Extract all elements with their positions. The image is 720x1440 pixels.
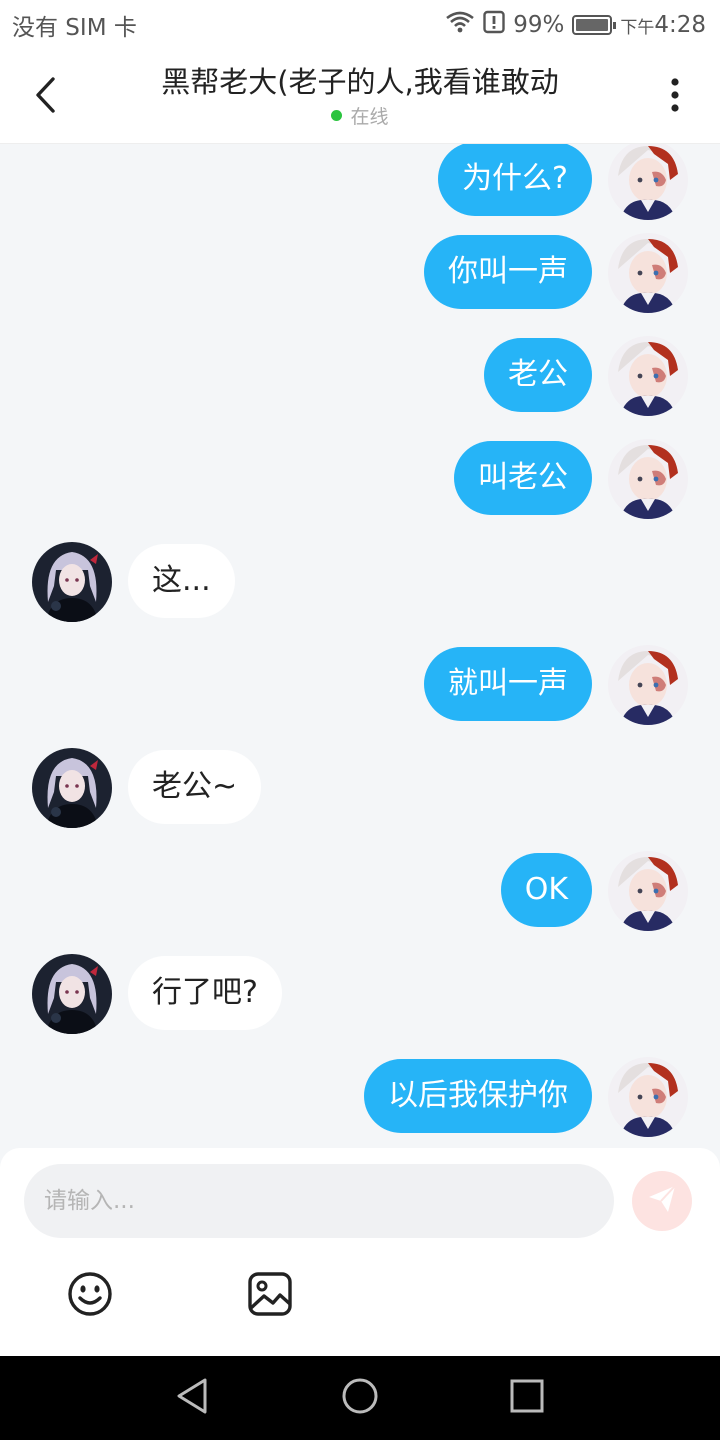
nav-back-button[interactable] (163, 1368, 223, 1428)
more-vertical-icon (670, 77, 680, 117)
message-input[interactable] (24, 1164, 614, 1238)
message-incoming: 这... (0, 542, 720, 622)
title-block: 黑帮老大(老子的人,我看谁敢动 在线 (90, 64, 630, 129)
message-outgoing: OK (0, 851, 720, 931)
more-options-button[interactable] (630, 50, 720, 144)
triangle-back-icon (175, 1376, 211, 1420)
send-icon (646, 1183, 678, 1219)
contact-avatar[interactable] (32, 748, 112, 828)
nav-home-button[interactable] (330, 1368, 390, 1428)
battery-icon (572, 15, 617, 35)
message-bubble[interactable]: 这... (128, 544, 235, 618)
message-list[interactable]: 为什么? 你叫一声老公叫老公这... 就叫一声老公~ OK 行了吧? 以后我保护你 (0, 144, 720, 1148)
my-avatar[interactable] (608, 439, 688, 519)
composer (0, 1148, 720, 1356)
message-outgoing: 为什么? (0, 144, 720, 220)
message-incoming: 行了吧? (0, 954, 720, 1034)
status-icons: 99% 下午 4:28 (445, 10, 706, 40)
my-avatar[interactable] (608, 1057, 688, 1137)
message-bubble[interactable]: 你叫一声 (424, 235, 592, 309)
image-icon (246, 1272, 294, 1322)
message-bubble[interactable]: 为什么? (438, 144, 592, 216)
message-bubble[interactable]: 老公 (484, 338, 592, 412)
emoji-icon (66, 1272, 114, 1322)
my-avatar[interactable] (608, 233, 688, 313)
emoji-button[interactable] (66, 1270, 114, 1318)
chevron-left-icon (33, 76, 57, 118)
message-outgoing: 你叫一声 (0, 233, 720, 313)
message-outgoing: 老公 (0, 336, 720, 416)
my-avatar[interactable] (608, 144, 688, 220)
send-button[interactable] (632, 1171, 692, 1231)
time-prefix: 下午 (620, 17, 655, 38)
carrier-label: 没有 SIM 卡 (12, 15, 137, 41)
message-incoming: 老公~ (0, 748, 720, 828)
contact-avatar[interactable] (32, 542, 112, 622)
my-avatar[interactable] (608, 851, 688, 931)
online-status-label: 在线 (350, 106, 389, 128)
circle-home-icon (340, 1376, 380, 1420)
message-outgoing: 叫老公 (0, 439, 720, 519)
clock: 下午 4:28 (620, 12, 706, 38)
system-nav-bar (0, 1356, 720, 1440)
nav-recents-button[interactable] (497, 1368, 557, 1428)
message-bubble[interactable]: 叫老公 (454, 441, 592, 515)
back-button[interactable] (0, 50, 90, 144)
message-bubble[interactable]: 以后我保护你 (364, 1059, 592, 1133)
chat-screen: 没有 SIM 卡 99% 下午 4:28 黑帮老大(老子的人,我看谁敢动 在线 … (0, 0, 720, 1440)
battery-fill (576, 19, 609, 31)
image-button[interactable] (246, 1270, 294, 1318)
message-outgoing: 就叫一声 (0, 645, 720, 725)
my-avatar[interactable] (608, 645, 688, 725)
chat-title: 黑帮老大(老子的人,我看谁敢动 (161, 65, 559, 99)
status-bar: 没有 SIM 卡 99% 下午 4:28 (0, 0, 720, 50)
alert-icon (483, 10, 505, 40)
message-bubble[interactable]: OK (500, 853, 592, 927)
message-outgoing: 以后我保护你 (0, 1057, 720, 1137)
chat-header: 黑帮老大(老子的人,我看谁敢动 在线 (0, 50, 720, 144)
contact-avatar[interactable] (32, 954, 112, 1034)
my-avatar[interactable] (608, 336, 688, 416)
wifi-icon (445, 10, 475, 40)
online-status: 在线 (331, 102, 389, 129)
message-bubble[interactable]: 就叫一声 (424, 647, 592, 721)
message-bubble[interactable]: 行了吧? (128, 956, 282, 1030)
battery-percent: 99% (513, 12, 565, 38)
square-recents-icon (509, 1378, 545, 1418)
message-bubble[interactable]: 老公~ (128, 750, 262, 824)
time-label: 4:28 (654, 12, 706, 38)
online-dot-icon (331, 110, 343, 121)
